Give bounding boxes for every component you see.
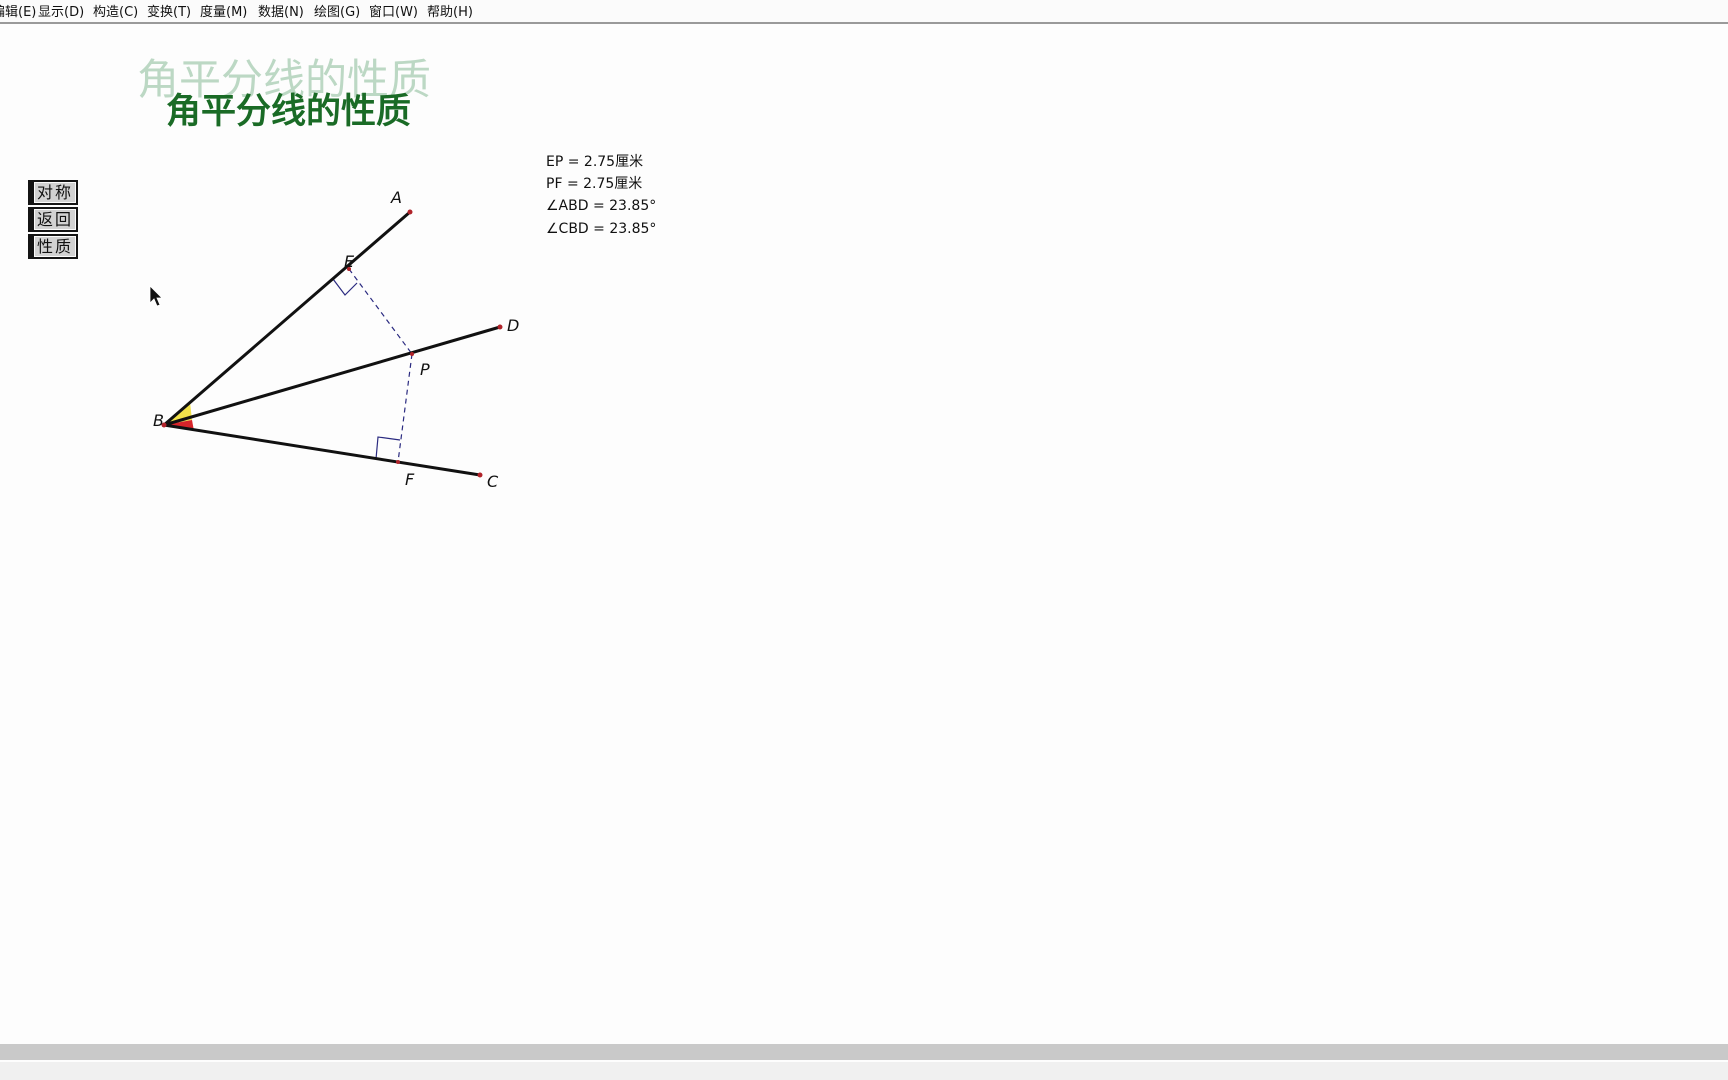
ray-bc[interactable] xyxy=(163,423,481,477)
status-bar xyxy=(0,1062,1728,1080)
label-e[interactable]: E xyxy=(344,252,355,271)
geometry-canvas: A B C D E F P xyxy=(149,188,519,491)
label-a[interactable]: A xyxy=(390,188,402,207)
label-p[interactable]: P xyxy=(420,360,430,379)
point-a[interactable] xyxy=(407,209,413,215)
mouse-cursor-icon xyxy=(149,285,163,307)
point-c[interactable] xyxy=(477,472,483,478)
label-d[interactable]: D xyxy=(507,316,519,335)
segment-pf[interactable] xyxy=(397,353,413,463)
point-p[interactable] xyxy=(410,352,414,356)
point-d[interactable] xyxy=(497,324,503,330)
right-angle-marker-f xyxy=(375,436,401,460)
ray-ba[interactable] xyxy=(163,210,411,427)
horizontal-scrollbar[interactable] xyxy=(0,1044,1728,1060)
label-f[interactable]: F xyxy=(405,470,415,489)
right-angle-marker-e xyxy=(332,278,358,296)
segment-pe[interactable] xyxy=(348,268,413,355)
label-b[interactable]: B xyxy=(153,411,164,430)
label-c[interactable]: C xyxy=(487,472,499,491)
ray-bd[interactable] xyxy=(163,325,501,427)
point-f[interactable] xyxy=(396,460,400,464)
